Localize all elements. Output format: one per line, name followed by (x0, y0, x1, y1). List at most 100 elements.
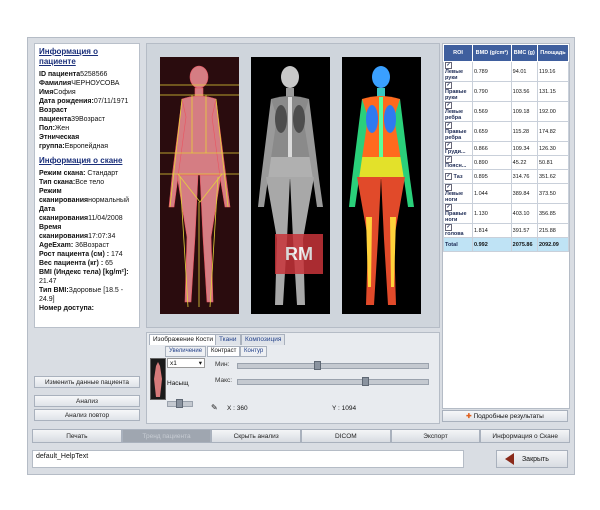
table-row[interactable]: ✓ Поясн... 0.890 45.22 50.81 (443, 155, 570, 170)
reanalysis-button[interactable]: Анализ повтор (34, 409, 140, 421)
chevron-down-icon: ▾ (198, 360, 202, 367)
analysis-button[interactable]: Анализ (34, 395, 140, 407)
dicom-button[interactable]: DICOM (301, 429, 391, 443)
tab-composition[interactable]: Композиция (241, 334, 286, 345)
cell-roi: ✓ Левые руки (443, 61, 473, 82)
roi-name: Левые ноги (445, 191, 464, 203)
patient-field-label: Дата рождения: (39, 98, 94, 105)
roi-checkbox[interactable]: ✓ (445, 204, 452, 211)
slider-handle[interactable] (314, 361, 321, 370)
roi-checkbox[interactable]: ✓ (445, 142, 452, 149)
table-row[interactable]: ✓ Левые руки 0.789 94.01 119.16 (443, 61, 570, 82)
scan-images-area (146, 43, 440, 328)
scan-field: Рост пациента (см) : 174 (39, 250, 135, 259)
table-row[interactable]: ✓ Правые ноги 1.130 403.10 356.85 (443, 203, 570, 224)
roi-checkbox[interactable]: ✓ (445, 82, 452, 89)
total-row[interactable]: Total 0.992 2075.86 2092.09 (443, 237, 570, 252)
scan-field-label: AgeExam: (39, 242, 74, 249)
saturation-slider[interactable] (167, 399, 193, 408)
zoom-select[interactable]: x1 ▾ (167, 358, 205, 368)
scan-field: Тип BMI:Здоровые [18.5 - 24.9] (39, 286, 135, 304)
subtab-contour[interactable]: Контур (240, 346, 268, 357)
cell-bmc: 403.10 (510, 203, 538, 224)
table-row[interactable]: ✓ Левые ноги 1.044 389.84 373.50 (443, 183, 570, 204)
composition-image[interactable] (342, 57, 421, 314)
cell-area: 2092.09 (536, 237, 570, 252)
cell-bmc: 45.22 (510, 155, 538, 170)
patient-field: ИмяСофия (39, 88, 135, 97)
cell-bmc: 103.56 (510, 81, 538, 102)
roi-checkbox[interactable]: ✓ (445, 102, 452, 109)
table-row[interactable]: ✓ голова 1.814 391.57 215.88 (443, 223, 570, 238)
slider-handle[interactable] (176, 399, 183, 408)
cell-bmc: 115.28 (510, 121, 538, 142)
roi-checkbox[interactable]: ✓ (445, 173, 452, 180)
export-button[interactable]: Экспорт (390, 429, 481, 443)
col-bmd: BMD (g/cm²) (472, 44, 512, 62)
print-button[interactable]: Печать (32, 429, 122, 443)
roi-checkbox[interactable]: ✓ (445, 156, 452, 163)
cell-bmd: 0.866 (472, 141, 512, 156)
cell-area: 119.16 (536, 61, 570, 82)
table-row[interactable]: ✓ Правые ребра 0.659 115.28 174.82 (443, 121, 570, 142)
close-label: Закрыть (521, 456, 549, 463)
scan-field-label: Вес пациента (кг) : (39, 260, 104, 267)
cell-bmc: 389.84 (510, 183, 538, 204)
cell-bmd: 0.569 (472, 101, 512, 122)
roi-checkbox[interactable]: ✓ (445, 184, 452, 191)
cell-bmd: 0.890 (472, 155, 512, 170)
patient-trend-button[interactable]: Тренд пациента (121, 429, 212, 443)
cell-bmd: 0.659 (472, 121, 512, 142)
slider-handle[interactable] (361, 377, 369, 386)
patient-field: Дата рождения:07/11/1971 (39, 97, 135, 106)
scan-info-button[interactable]: Информация о Скане (480, 429, 571, 443)
hide-analysis-button[interactable]: Скрыть анализ (211, 429, 302, 443)
contrast-max-slider[interactable] (237, 377, 429, 386)
scan-field: Время сканирования17:07:34 (39, 223, 135, 241)
table-row[interactable]: ✓ Таз 0.895 314.76 351.62 (443, 169, 570, 184)
patient-field: ФамилияЧЕРНОУСОВА (39, 79, 135, 88)
cell-bmc: 391.57 (510, 223, 538, 238)
saturation-label: Насыщ (167, 380, 189, 387)
subtab-contrast[interactable]: Контраст (207, 346, 241, 357)
min-label: Мин: (215, 361, 230, 368)
roi-checkbox[interactable]: ✓ (445, 122, 452, 129)
col-area: Площадь (536, 44, 570, 62)
cell-roi: ✓ Правые ноги (443, 203, 473, 224)
cell-roi: ✓ Левые ребра (443, 101, 473, 122)
cell-roi: ✓ Груди... (443, 141, 473, 156)
table-row[interactable]: ✓ Правые руки 0.790 103.56 131.15 (443, 81, 570, 102)
scan-field-label: Тип BMI: (39, 287, 69, 294)
cell-bmc: 109.18 (510, 101, 538, 122)
tab-bone-image[interactable]: Изображение Кости (149, 334, 218, 345)
bone-image[interactable] (160, 57, 239, 314)
detailed-results-button[interactable]: ✚ Подробные результаты (442, 410, 568, 422)
cell-bmd: 0.789 (472, 61, 512, 82)
scan-field-label: Дата сканирования (39, 206, 89, 222)
close-button[interactable]: Закрыть (496, 450, 568, 468)
eyedropper-icon[interactable]: ✎ (211, 403, 218, 412)
scan-field-value: 36Возраст (73, 242, 110, 249)
edit-patient-button[interactable]: Изменить данные пациента (34, 376, 140, 388)
table-row[interactable]: ✓ Левые ребра 0.569 109.18 192.00 (443, 101, 570, 122)
roi-checkbox[interactable]: ✓ (445, 224, 452, 231)
scan-field-value: 174 (109, 251, 123, 258)
roi-name: голова (445, 231, 464, 237)
scan-field: AgeExam: 36Возраст (39, 241, 135, 250)
roi-checkbox[interactable]: ✓ (445, 62, 452, 69)
roi-name: Правые ребра (445, 129, 467, 141)
patient-field-label: ID пациента (39, 71, 81, 78)
cell-roi: ✓ Правые руки (443, 81, 473, 102)
contrast-min-slider[interactable] (237, 361, 429, 370)
x-coordinate: X : 360 (227, 405, 248, 412)
roi-name: Левые руки (445, 69, 464, 81)
cell-bmc: 314.76 (510, 169, 538, 184)
scan-field: BMI (Индекс тела) [kg/m²]: 21.47 (39, 268, 135, 286)
tab-tissue[interactable]: Ткани (215, 334, 241, 345)
tissue-image[interactable] (251, 57, 330, 314)
table-row[interactable]: ✓ Груди... 0.866 109.34 126.30 (443, 141, 570, 156)
subtab-zoom[interactable]: Увеличение (165, 346, 207, 357)
cell-bmd: 0.895 (472, 169, 512, 184)
cell-bmc: 2075.86 (510, 237, 538, 252)
thumbnail-image[interactable] (150, 358, 166, 400)
